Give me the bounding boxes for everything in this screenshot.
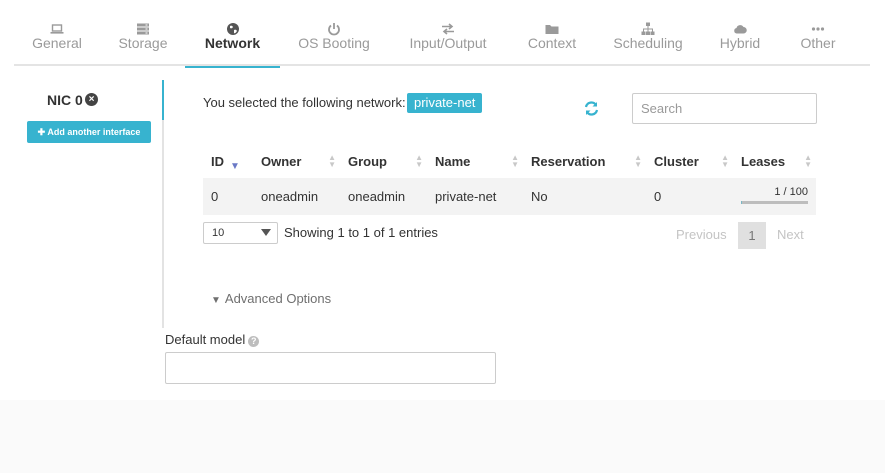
column-header-reservation[interactable]: Reservation ▲ ▼ xyxy=(523,145,646,178)
page-length-select[interactable]: 10 xyxy=(203,222,278,244)
chevron-down-icon xyxy=(261,229,271,236)
tab-general[interactable]: General xyxy=(24,0,90,66)
sort-icon: ▲ ▼ xyxy=(328,153,336,169)
add-interface-button[interactable]: ✚ Add another interface xyxy=(27,121,151,143)
sort-icon: ▲ ▼ xyxy=(511,153,519,169)
cell-cluster: 0 xyxy=(646,178,733,215)
globe-icon xyxy=(226,23,239,35)
column-header-cluster[interactable]: Cluster ▲ ▼ xyxy=(646,145,733,178)
tab-scheduling[interactable]: Scheduling xyxy=(606,0,690,66)
ellipsis-icon xyxy=(811,27,825,31)
column-header-owner[interactable]: Owner ▲ ▼ xyxy=(253,145,340,178)
leases-text: 1 / 100 xyxy=(774,186,808,198)
cell-leases: 1 / 100 xyxy=(733,178,816,215)
sort-icon: ▲ ▼ xyxy=(804,153,812,169)
wizard-tabs: General Storage Network OS Booting Input… xyxy=(14,0,870,68)
footer-background xyxy=(0,400,885,473)
cell-name: private-net xyxy=(427,178,523,215)
help-icon[interactable]: ? xyxy=(248,336,260,347)
next-page-button[interactable]: Next xyxy=(777,227,804,242)
chevron-down-icon: ▼ xyxy=(211,295,221,306)
storage-icon xyxy=(137,23,149,35)
sort-icon: ▲ ▼ xyxy=(415,153,423,169)
sitemap-icon xyxy=(641,22,655,35)
laptop-icon xyxy=(50,24,64,34)
active-nic-indicator xyxy=(162,80,164,120)
tab-other[interactable]: Other xyxy=(790,0,846,66)
cell-reservation: No xyxy=(523,178,646,215)
previous-page-button[interactable]: Previous xyxy=(676,227,727,242)
page-number-button[interactable]: 1 xyxy=(738,222,766,249)
cloud-icon xyxy=(734,25,747,34)
sort-icon: ▲ ▼ xyxy=(634,153,642,169)
tab-storage[interactable]: Storage xyxy=(110,0,176,66)
close-icon[interactable]: × xyxy=(85,93,98,106)
default-model-input[interactable] xyxy=(165,352,496,384)
refresh-icon[interactable] xyxy=(583,100,600,117)
advanced-options-toggle[interactable]: ▼ Advanced Options xyxy=(211,291,331,306)
tab-network[interactable]: Network xyxy=(185,0,280,68)
column-header-leases[interactable]: Leases ▲ ▼ xyxy=(733,145,816,178)
table-header-row: ID ▼ Owner ▲ ▼ Group ▲ ▼ Name ▲ ▼ Reservati… xyxy=(203,145,816,178)
tab-context[interactable]: Context xyxy=(518,0,586,66)
cell-group: oneadmin xyxy=(340,178,427,215)
column-header-group[interactable]: Group ▲ ▼ xyxy=(340,145,427,178)
leases-progress-bar xyxy=(741,201,808,204)
folder-icon xyxy=(545,25,559,34)
search-input[interactable] xyxy=(632,93,817,124)
nic-tab-label[interactable]: NIC 0 xyxy=(47,92,83,108)
table-row[interactable]: 0 oneadmin oneadmin private-net No 0 1 /… xyxy=(203,178,816,215)
selected-network-badge: private-net xyxy=(407,93,483,113)
sort-icon: ▲ ▼ xyxy=(721,153,729,169)
cell-owner: oneadmin xyxy=(253,178,340,215)
networks-table: ID ▼ Owner ▲ ▼ Group ▲ ▼ Name ▲ ▼ Reservati… xyxy=(203,145,816,215)
showing-entries-text: Showing 1 to 1 of 1 entries xyxy=(284,225,438,240)
selected-network-text: You selected the following network: xyxy=(203,95,406,110)
default-model-label: Default model? xyxy=(165,332,260,347)
cell-id: 0 xyxy=(203,178,253,215)
power-icon xyxy=(328,23,340,36)
sort-desc-icon: ▼ xyxy=(230,161,240,172)
exchange-icon xyxy=(442,23,454,35)
tab-input-output[interactable]: Input/Output xyxy=(398,0,498,66)
column-header-id[interactable]: ID ▼ xyxy=(203,145,253,178)
tab-hybrid[interactable]: Hybrid xyxy=(710,0,770,66)
tab-os-booting[interactable]: OS Booting xyxy=(290,0,378,66)
column-header-name[interactable]: Name ▲ ▼ xyxy=(427,145,523,178)
